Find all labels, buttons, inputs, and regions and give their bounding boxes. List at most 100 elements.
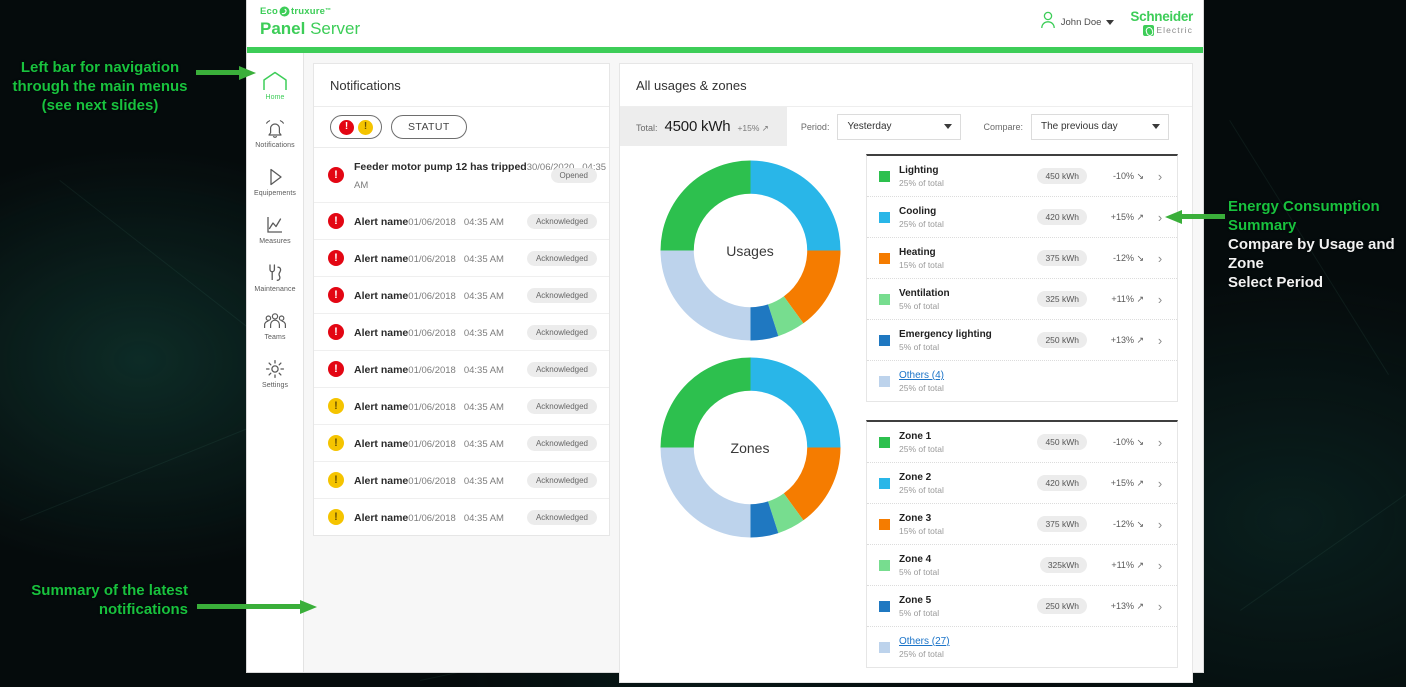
status-badge: Acknowledged: [526, 398, 597, 414]
zone-legend-row[interactable]: Zone 1 25% of total 450 kWh -10% ↘ ›: [867, 422, 1177, 463]
legend-color-swatch: [879, 600, 890, 612]
usage-legend-row[interactable]: Others (4)25% of total›: [867, 361, 1177, 401]
legend-energy-value: 325kWh: [1039, 557, 1087, 573]
legend-energy-value: 250 kWh: [1037, 598, 1087, 614]
chevron-right-icon[interactable]: ›: [1153, 292, 1167, 307]
usage-legend-row[interactable]: Emergency lighting 5% of total 250 kWh +13%…: [867, 320, 1177, 361]
avatar-icon: [1040, 11, 1056, 34]
status-badge: Acknowledged: [526, 361, 597, 377]
zones-donut-center-label: Zones: [730, 439, 770, 456]
legend-energy-value: 450 kWh: [1037, 168, 1087, 184]
notifications-filter-bar: ! ! STATUT: [314, 107, 609, 148]
usages-zones-body: Usages Zones Lighting 25% of total 450 kWh…: [620, 146, 1192, 682]
notification-row[interactable]: ! Alert name01/06/2018 04:35 AM Acknowledge…: [314, 314, 609, 351]
status-filter-button[interactable]: STATUT: [391, 115, 467, 139]
chevron-right-icon[interactable]: ›: [1153, 599, 1167, 614]
sidebar-item-label: Equipements: [254, 190, 296, 197]
sidebar-item-label: Measures: [259, 238, 291, 245]
sidebar-item-measures[interactable]: Measures: [247, 206, 303, 254]
alarm-red-icon: !: [328, 213, 344, 229]
others-link[interactable]: Others (4): [899, 369, 1062, 382]
chevron-right-icon[interactable]: ›: [1153, 333, 1167, 348]
sidebar-item-equipements[interactable]: Equipements: [247, 158, 303, 206]
legend-delta: +13% ↗: [1110, 600, 1144, 611]
usages-legend-list: Lighting 25% of total 450 kWh -10% ↘ › Coolin…: [866, 154, 1178, 402]
legend-name: Zone 1: [899, 431, 932, 442]
period-select[interactable]: Yesterday: [837, 113, 962, 140]
zone-legend-row[interactable]: Others (27)25% of total›: [867, 627, 1177, 667]
notification-meta: 01/06/2018 04:35 AM: [408, 328, 504, 339]
chevron-right-icon[interactable]: ›: [1153, 476, 1167, 491]
app-title: Panel Server: [260, 18, 360, 39]
notification-text: Alert name01/06/2018 04:35 AM: [354, 360, 517, 378]
compare-select[interactable]: The previous day: [1030, 113, 1169, 140]
chevron-right-icon[interactable]: ›: [1153, 435, 1167, 450]
app-body: Home Notifications Equipements Measures: [247, 53, 1203, 683]
notification-time: 04:35 AM: [463, 291, 504, 302]
zone-legend-row[interactable]: Zone 3 15% of total 375 kWh -12% ↘ ›: [867, 504, 1177, 545]
severity-filter-button[interactable]: ! !: [330, 115, 382, 139]
legend-delta: +13% ↗: [1110, 334, 1144, 345]
logo-electric-row: Electric: [1130, 24, 1193, 36]
logo-schneider: Schneider: [1130, 9, 1193, 24]
notification-row[interactable]: ! Alert name01/06/2018 04:35 AM Acknowledge…: [314, 425, 609, 462]
notification-row[interactable]: ! Alert name01/06/2018 04:35 AM Acknowledge…: [314, 462, 609, 499]
usage-legend-row[interactable]: Heating 15% of total 375 kWh -12% ↘ ›: [867, 238, 1177, 279]
status-badge: Acknowledged: [526, 287, 597, 303]
notification-title: Feeder motor pump 12 has tripped: [354, 161, 527, 173]
notification-text: Alert name01/06/2018 04:35 AM: [354, 434, 517, 452]
zone-legend-row[interactable]: Zone 5 5% of total 250 kWh +13% ↗ ›: [867, 586, 1177, 627]
notification-row[interactable]: ! Alert name01/06/2018 04:35 AM Acknowledge…: [314, 351, 609, 388]
annotation-energy-line2: Summary: [1228, 217, 1297, 234]
usage-legend-row[interactable]: Cooling 25% of total 420 kWh +15% ↗ ›: [867, 197, 1177, 238]
notification-date: 01/06/2018: [408, 513, 456, 524]
chevron-right-icon[interactable]: ›: [1153, 517, 1167, 532]
bell-icon: [262, 119, 288, 139]
legend-color-swatch: [879, 170, 890, 182]
legend-color-swatch: [879, 436, 890, 448]
others-link[interactable]: Others (27): [899, 635, 1062, 648]
notification-row[interactable]: ! Alert name01/06/2018 04:35 AM Acknowledge…: [314, 499, 609, 535]
chevron-right-icon[interactable]: ›: [1153, 251, 1167, 266]
sidebar-item-notifications[interactable]: Notifications: [247, 110, 303, 158]
zone-legend-row[interactable]: Zone 2 25% of total 420 kWh +15% ↗ ›: [867, 463, 1177, 504]
legend-share: 15% of total: [899, 526, 944, 536]
notification-row[interactable]: ! Alert name01/06/2018 04:35 AM Acknowledge…: [314, 240, 609, 277]
ecostruxure-eco: Eco: [260, 6, 279, 17]
notification-row[interactable]: ! Alert name01/06/2018 04:35 AM Acknowledge…: [314, 277, 609, 314]
legend-share: 25% of total: [899, 485, 944, 495]
notification-meta: 01/06/2018 04:35 AM: [408, 402, 504, 413]
notifications-panel: Notifications ! ! STATUT ! Feeder motor p…: [313, 63, 610, 536]
chevron-down-icon[interactable]: [1106, 20, 1115, 26]
wrench-icon: [262, 263, 288, 283]
status-badge: Acknowledged: [526, 250, 597, 266]
notification-time: 04:35 AM: [463, 217, 504, 228]
legend-delta: +11% ↗: [1111, 559, 1144, 570]
total-label: Total:: [636, 123, 658, 133]
annotation-energy-line3: Compare by Usage and: [1228, 236, 1395, 253]
annotation-nav-line3: (see next slides): [41, 97, 159, 114]
logo-electric: Electric: [1156, 24, 1193, 35]
home-icon: [262, 71, 288, 91]
usages-zones-panel: All usages & zones Total: 4500 kWh +15% …: [619, 63, 1193, 683]
sidebar-item-settings[interactable]: Settings: [247, 350, 303, 398]
notification-row[interactable]: ! Alert name01/06/2018 04:35 AM Acknowledge…: [314, 203, 609, 240]
chevron-right-icon[interactable]: ›: [1153, 558, 1167, 573]
status-badge: Acknowledged: [526, 213, 597, 229]
notification-date: 01/06/2018: [408, 217, 456, 228]
zone-legend-row[interactable]: Zone 4 5% of total 325kWh +11% ↗ ›: [867, 545, 1177, 586]
alarm-red-icon: !: [339, 119, 354, 135]
ecostruxure-wordmark: Eco truxure ™: [260, 6, 360, 17]
usage-legend-row[interactable]: Lighting 25% of total 450 kWh -10% ↘ ›: [867, 156, 1177, 197]
notification-row[interactable]: ! Feeder motor pump 12 has tripped30/06/2…: [314, 148, 609, 203]
usage-legend-row[interactable]: Ventilation 5% of total 325 kWh +11% ↗ ›: [867, 279, 1177, 320]
legend-delta: +11% ↗: [1111, 293, 1144, 304]
user-menu[interactable]: John Doe: [1040, 11, 1115, 34]
sidebar-item-maintenance[interactable]: Maintenance: [247, 254, 303, 302]
annotation-energy-line4: Zone: [1228, 255, 1264, 272]
notification-title: Alert name: [354, 290, 409, 302]
notification-row[interactable]: ! Alert name01/06/2018 04:35 AM Acknowledge…: [314, 388, 609, 425]
legend-share: 5% of total: [899, 301, 940, 311]
sidebar-item-teams[interactable]: Teams: [247, 302, 303, 350]
chevron-right-icon[interactable]: ›: [1153, 169, 1167, 184]
